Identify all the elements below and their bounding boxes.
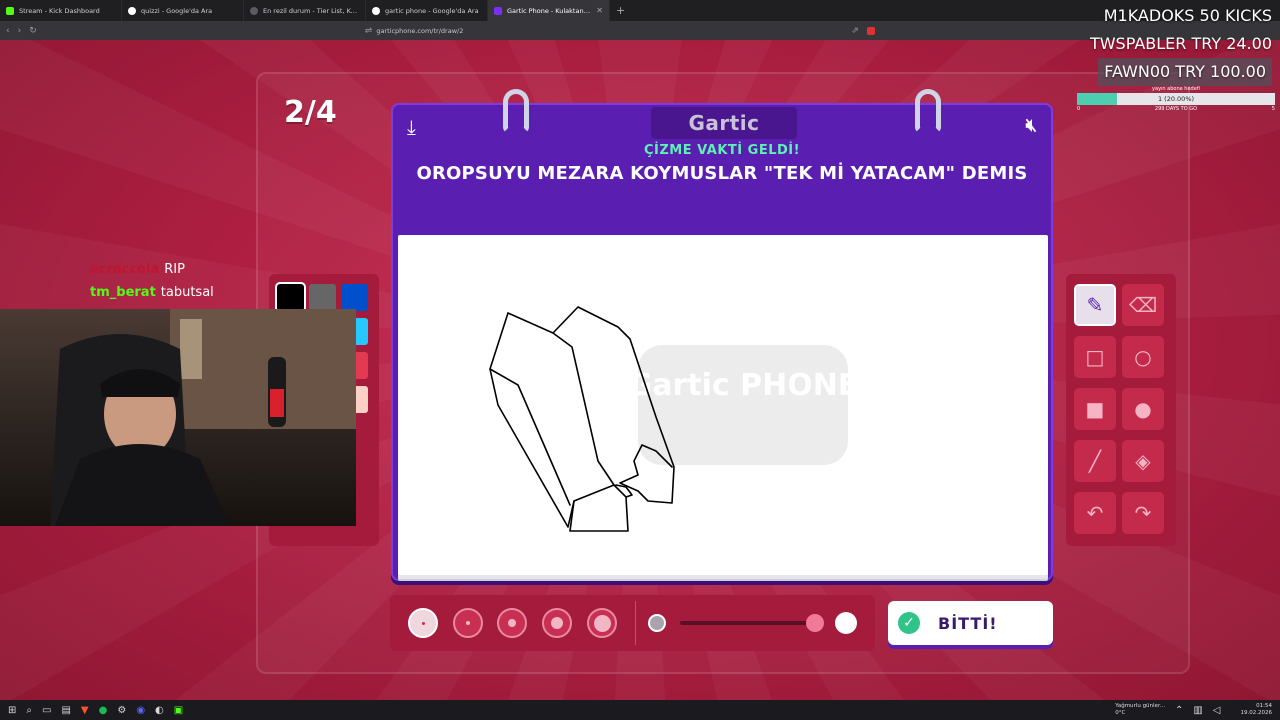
tab-quizzi-search[interactable]: quizzi - Google'da Ara	[122, 0, 244, 21]
network-icon[interactable]: ▥	[1193, 705, 1202, 716]
chat-username: tm_berat	[90, 285, 156, 300]
mute-icon[interactable]: 🔇︎	[1026, 115, 1037, 136]
draw-time-heading: ÇİZME VAKTİ GELDİ!	[643, 143, 801, 158]
back-icon[interactable]: ‹	[6, 26, 10, 36]
google-icon	[372, 6, 380, 15]
brush-size-4[interactable]	[542, 608, 572, 638]
brush-size-2[interactable]	[453, 608, 483, 638]
sub-goal-widget: yayın abone hedefi 1 (20.00%) 0 299 DAYS…	[1077, 86, 1275, 112]
chat-username: acraccola	[90, 262, 160, 277]
volume-icon[interactable]: ◁	[1213, 705, 1221, 716]
download-icon[interactable]: ⤓	[407, 115, 416, 139]
drawing-prompt: OROPSUYU MEZARA KOYMUSLAR "TEK Mİ YATACA…	[416, 163, 1028, 184]
line-icon[interactable]: ╱	[1074, 440, 1116, 482]
brave-shield-icon[interactable]	[866, 26, 875, 35]
tool-panel: ✎ ⌫ □ ○ ■ ● ╱ ◈ ↶ ↷	[1066, 274, 1176, 546]
color-swatch[interactable]	[341, 284, 368, 311]
tab-kick-dashboard[interactable]: Stream - Kick Dashboard	[0, 0, 122, 21]
tab-gartic-phone[interactable]: Gartic Phone - Kulaktan Kulağa✕	[488, 0, 610, 21]
weather-widget[interactable]: Yağmurlu günler... 0°C	[1115, 703, 1165, 717]
file-explorer-icon[interactable]: ▤	[61, 705, 70, 716]
notebook-ring	[915, 89, 941, 133]
opacity-min-knob[interactable]	[648, 614, 666, 632]
discord-icon[interactable]: ◉	[136, 705, 145, 716]
windows-taskbar: ⊞ ⌕ ▭ ▤ ▼ ● ⚙ ◉ ◐ ▣ Yağmurlu günler... 0…	[0, 700, 1280, 720]
bar-divider	[635, 601, 636, 645]
undo-icon[interactable]: ↶	[1074, 492, 1116, 534]
stream-chat: acraccola RIP tm_berat tabutsal	[90, 258, 214, 304]
round-counter: 2/4	[284, 95, 337, 130]
tier-icon	[250, 6, 258, 15]
app-icon[interactable]: ▣	[174, 705, 183, 716]
pencil-icon[interactable]: ✎	[1074, 284, 1116, 326]
notebook-ring	[503, 89, 529, 133]
circle-fill-icon[interactable]: ●	[1122, 388, 1164, 430]
address-bar: ‹ › ↻ ⇌ garticphone.com/tr/draw/2 ⇗	[0, 21, 1280, 40]
browser-tab-bar: Stream - Kick Dashboard quizzi - Google'…	[0, 0, 1280, 21]
brush-size-1[interactable]	[408, 608, 438, 638]
drawing-notebook: Gartic ⤓ 🔇︎ ÇİZME VAKTİ GELDİ! OROPSUYU …	[391, 89, 1053, 581]
gartic-icon	[494, 6, 502, 15]
site-info-icon[interactable]: ⇌	[365, 26, 373, 36]
reload-icon[interactable]: ↻	[29, 26, 37, 36]
google-icon	[128, 6, 136, 15]
forward-icon[interactable]: ›	[18, 26, 22, 36]
brush-size-bar	[390, 595, 875, 651]
opacity-handle[interactable]	[806, 614, 824, 632]
donation-entry: M1KADOKS 50 KICKS	[1103, 6, 1272, 25]
redo-icon[interactable]: ↷	[1122, 492, 1164, 534]
gartic-logo: Gartic	[651, 107, 797, 139]
search-icon[interactable]: ⌕	[26, 705, 32, 716]
brave-icon[interactable]: ▼	[81, 705, 89, 716]
fill-bucket-icon[interactable]: ◈	[1122, 440, 1164, 482]
chat-message: tm_berat tabutsal	[90, 281, 214, 304]
taskbar-clock[interactable]: 01:54 19.02.2026	[1241, 703, 1273, 717]
windows-start-icon[interactable]: ⊞	[8, 705, 16, 716]
brush-size-5[interactable]	[587, 608, 617, 638]
new-tab-button[interactable]: +	[610, 4, 631, 17]
check-icon: ✓	[898, 612, 920, 634]
brush-size-3[interactable]	[497, 608, 527, 638]
sub-goal-progress: 1 (20.00%)	[1077, 93, 1275, 105]
kick-icon	[6, 6, 14, 15]
done-button[interactable]: ✓ BİTTİ!	[888, 601, 1053, 645]
watermark-logo: Gartic PHONE	[628, 345, 859, 465]
donation-entry: FAWN00 TRY 100.00	[1098, 58, 1272, 86]
share-icon[interactable]: ⇗	[851, 26, 859, 36]
opacity-slider[interactable]	[680, 621, 820, 625]
color-swatch[interactable]	[275, 282, 306, 313]
settings-icon[interactable]: ⚙	[117, 705, 126, 716]
webcam-feed	[0, 309, 356, 526]
chat-text: RIP	[164, 262, 185, 277]
color-swatch[interactable]	[309, 284, 336, 311]
opacity-max-knob[interactable]	[835, 612, 857, 634]
drawing-canvas[interactable]: Gartic PHONE	[398, 235, 1048, 575]
donation-list: M1KADOKS 50 KICKS TWSPABLER TRY 24.00 FA…	[1090, 2, 1272, 86]
tab-tier-list[interactable]: En rezil durum - Tier List, Kör Seale	[244, 0, 366, 21]
close-tab-icon[interactable]: ✕	[596, 6, 603, 15]
donation-entry: TWSPABLER TRY 24.00	[1089, 34, 1272, 53]
url-field[interactable]: ⇌ garticphone.com/tr/draw/2	[365, 26, 464, 36]
chat-message: acraccola RIP	[90, 258, 214, 281]
rectangle-fill-icon[interactable]: ■	[1074, 388, 1116, 430]
chat-text: tabutsal	[160, 285, 214, 300]
spotify-icon[interactable]: ●	[99, 705, 108, 716]
steam-icon[interactable]: ◐	[155, 705, 164, 716]
task-view-icon[interactable]: ▭	[42, 705, 51, 716]
eraser-icon[interactable]: ⌫	[1122, 284, 1164, 326]
circle-outline-icon[interactable]: ○	[1122, 336, 1164, 378]
watermark-text: Gartic PHONE	[628, 368, 859, 403]
rectangle-outline-icon[interactable]: □	[1074, 336, 1116, 378]
tray-chevron-icon[interactable]: ⌃	[1175, 705, 1183, 716]
tab-gartic-search[interactable]: gartic phone - Google'da Ara	[366, 0, 488, 21]
